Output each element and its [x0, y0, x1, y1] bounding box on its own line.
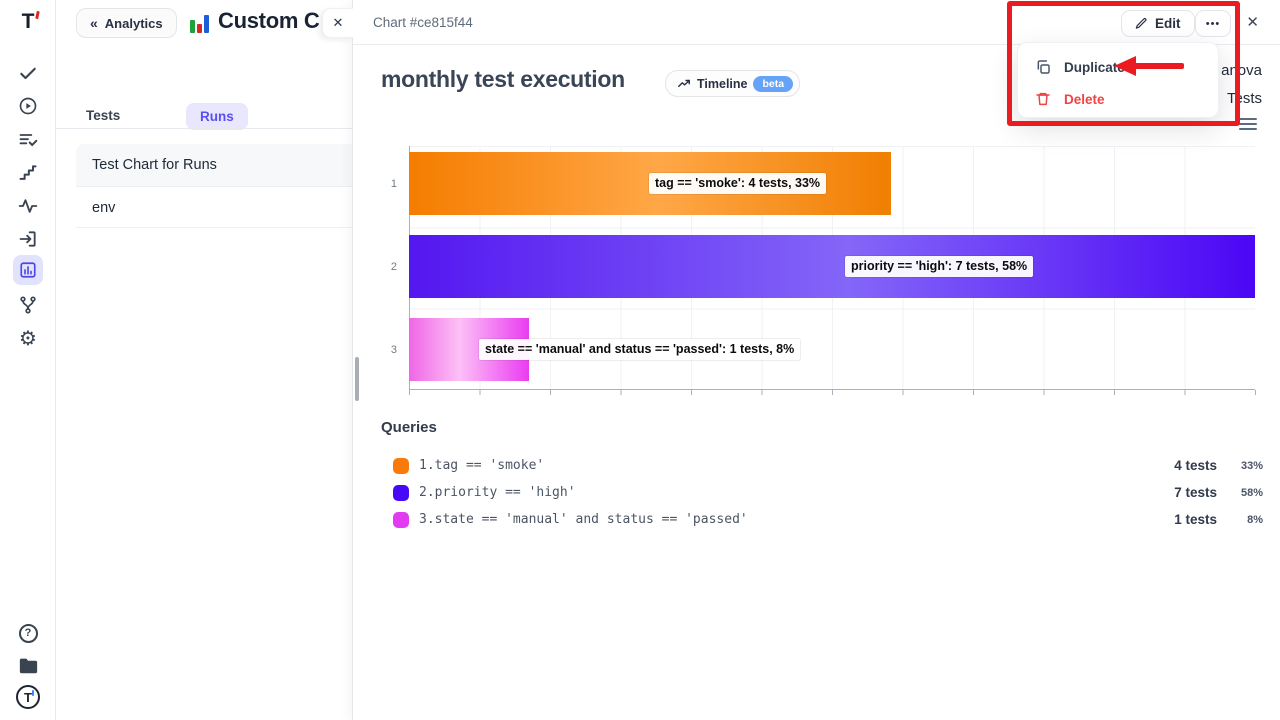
bar-data-label: priority == 'high': 7 tests, 58%	[845, 256, 1033, 277]
more-options-button[interactable]: •••	[1195, 10, 1231, 37]
logo-t-icon: T	[22, 10, 35, 34]
query-text: 2.priority == 'high'	[419, 485, 576, 500]
legend-swatch-indigo	[393, 485, 409, 501]
analytics-label: Analytics	[105, 16, 163, 31]
tab-runs[interactable]: Runs	[186, 103, 248, 130]
query-row: 3.state == 'manual' and status == 'passe…	[381, 509, 1265, 531]
beta-badge: beta	[753, 76, 793, 92]
pencil-icon	[1135, 17, 1148, 30]
query-row: 2.priority == 'high' 7 tests 58%	[381, 482, 1265, 504]
divider	[56, 128, 352, 129]
chart-detail-panel: ✕ Chart #ce815f44 Edit ••• ✕ anova Tests…	[352, 0, 1280, 720]
query-percent: 8%	[1225, 514, 1263, 526]
query-tests-count: 1 tests	[1174, 512, 1217, 527]
stairs-icon[interactable]	[0, 160, 56, 186]
x-axis-ticks	[409, 390, 1256, 395]
branch-icon[interactable]	[0, 292, 56, 318]
help-icon[interactable]: ?	[0, 620, 56, 646]
query-percent: 33%	[1225, 460, 1263, 472]
double-chevron-left-icon: «	[90, 15, 98, 31]
obscured-text-fragment: anova	[1221, 62, 1262, 79]
scrollbar-thumb[interactable]	[355, 357, 359, 401]
account-logo-icon[interactable]: T	[0, 684, 56, 710]
bar-chart-icon	[190, 13, 212, 33]
list-check-icon[interactable]	[0, 127, 56, 153]
bar-priority-high[interactable]	[409, 235, 1255, 298]
list-item-test-chart-for-runs[interactable]: Test Chart for Runs	[76, 144, 352, 187]
queries-heading: Queries	[381, 419, 437, 436]
legend-swatch-magenta	[393, 512, 409, 528]
y-axis-label: 2	[383, 261, 397, 273]
query-text: 3.state == 'manual' and status == 'passe…	[419, 512, 748, 527]
timeline-toggle-button[interactable]: Timeline beta	[665, 70, 800, 97]
query-text: 1.tag == 'smoke'	[419, 458, 544, 473]
query-row: 1.tag == 'smoke' 4 tests 33%	[381, 455, 1265, 477]
duplicate-copy-icon	[1035, 59, 1051, 75]
close-panel-button[interactable]: ✕	[1246, 13, 1259, 31]
query-tests-count: 4 tests	[1174, 458, 1217, 473]
page-title: Custom C	[218, 8, 320, 34]
settings-gear-icon[interactable]: ⚙	[0, 325, 56, 351]
query-tests-count: 7 tests	[1174, 485, 1217, 500]
query-percent: 58%	[1225, 487, 1263, 499]
chart-id-label: Chart #ce815f44	[373, 15, 473, 30]
tab-tests[interactable]: Tests	[86, 108, 120, 123]
tests-check-icon[interactable]	[0, 60, 56, 86]
panel-collapse-button[interactable]: ✕	[322, 8, 353, 38]
trash-icon	[1035, 91, 1051, 107]
obscured-text-fragment: Tests	[1227, 90, 1262, 107]
list-item-env[interactable]: env	[76, 188, 352, 228]
y-axis-label: 3	[383, 344, 397, 356]
bar-data-label: tag == 'smoke': 4 tests, 33%	[649, 173, 826, 194]
context-menu: Duplicate Delete	[1017, 42, 1219, 118]
menu-item-duplicate[interactable]: Duplicate	[1018, 53, 1220, 81]
projects-folder-icon[interactable]	[0, 652, 56, 678]
trending-up-icon	[677, 77, 691, 91]
hamburger-menu-icon[interactable]	[1239, 118, 1257, 131]
import-login-icon[interactable]	[0, 226, 56, 252]
y-axis-label: 1	[383, 178, 397, 190]
back-to-analytics-button[interactable]: « Analytics	[76, 8, 177, 38]
edit-button[interactable]: Edit	[1121, 10, 1195, 37]
analytics-charts-icon-active[interactable]	[13, 255, 43, 285]
close-icon: ✕	[333, 15, 344, 31]
screen: T ⚙ ?	[0, 0, 1280, 720]
app-sidebar: T ⚙ ?	[0, 0, 56, 720]
menu-item-delete[interactable]: Delete	[1018, 85, 1220, 113]
custom-charts-panel: « Analytics Custom C Tests Runs Test Cha…	[56, 0, 352, 720]
ellipsis-icon: •••	[1206, 18, 1221, 30]
app-logo[interactable]: T	[0, 9, 56, 35]
runs-play-icon[interactable]	[0, 93, 56, 119]
bar-data-label: state == 'manual' and status == 'passed'…	[479, 339, 800, 360]
activity-pulse-icon[interactable]	[0, 193, 56, 219]
chart-title: monthly test execution	[381, 66, 625, 93]
legend-swatch-orange	[393, 458, 409, 474]
